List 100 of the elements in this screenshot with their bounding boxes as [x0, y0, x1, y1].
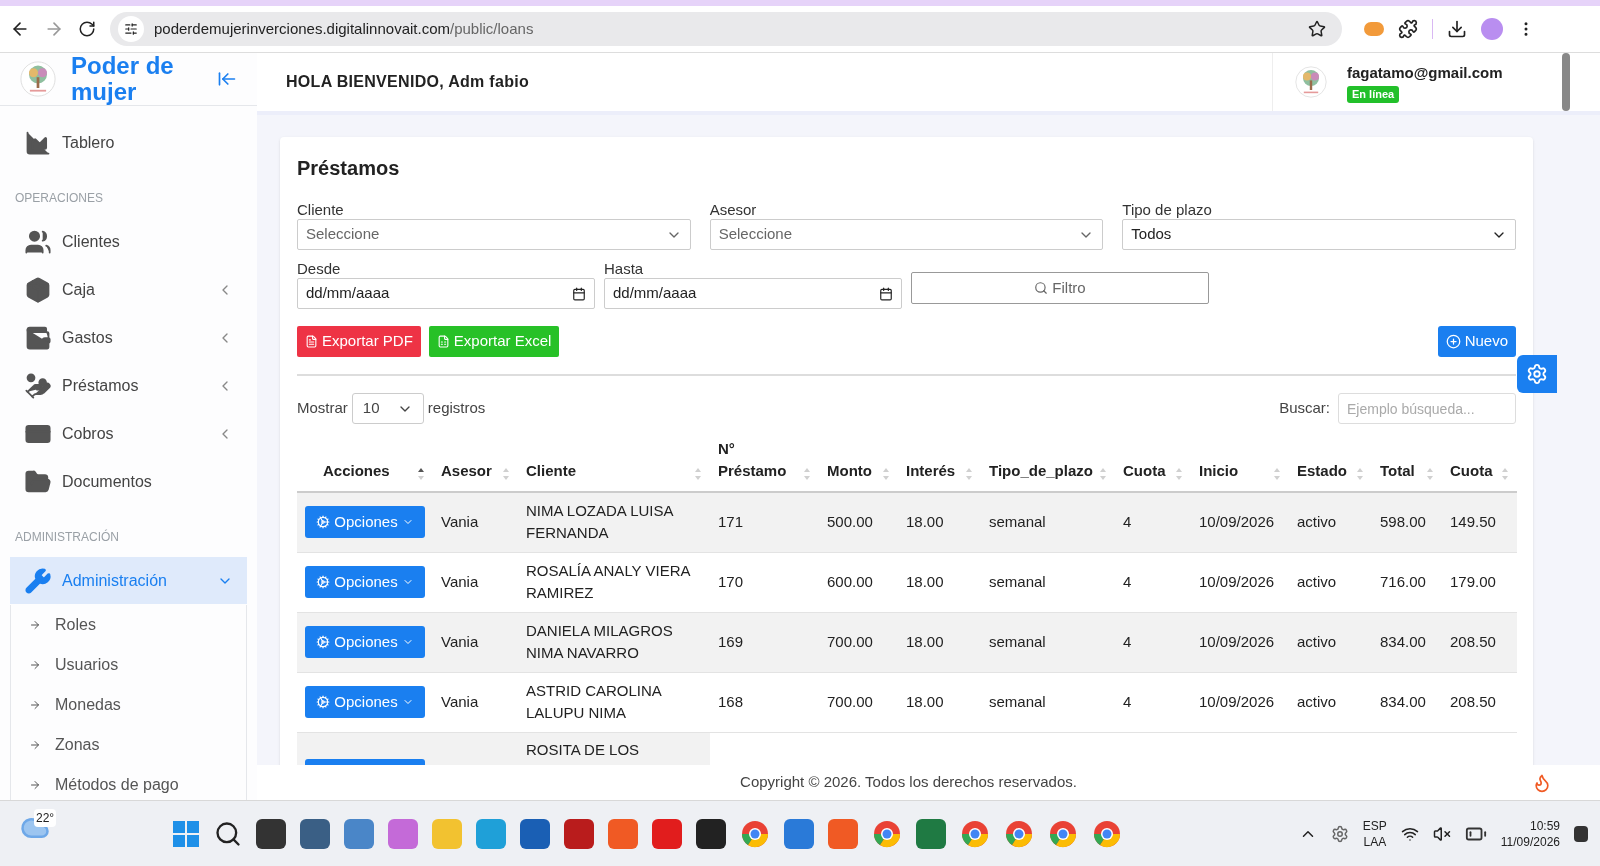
gear-icon[interactable] [1330, 824, 1349, 843]
user-email: fagatamo@gmail.com [1347, 62, 1503, 83]
options-button[interactable]: Opciones [305, 506, 425, 539]
chrome-browser-icon[interactable] [740, 818, 770, 849]
sidebar-item[interactable]: Tablero [10, 119, 247, 166]
profile-avatar[interactable] [1481, 18, 1503, 40]
sidebar-item[interactable]: Clientes [10, 218, 247, 265]
table-cell: 834.00 [1372, 612, 1442, 672]
sidebar-item[interactable]: Cobros [10, 410, 247, 457]
table-cell: 700.00 [819, 612, 898, 672]
pdf-file-icon [305, 335, 318, 348]
wrench-icon [24, 566, 52, 595]
extensions-icon[interactable] [1398, 19, 1418, 39]
date-field[interactable]: dd/mm/aaaa [297, 278, 595, 309]
flame-icon[interactable] [1532, 772, 1552, 793]
address-bar[interactable]: poderdemujerinverciones.digitalinnovait.com/public/loans [110, 12, 1342, 46]
welcome-text: HOLA BIENVENIDO, Adm fabio [286, 72, 530, 92]
column-header[interactable]: Cuota [1450, 460, 1493, 482]
options-button[interactable]: Opciones [305, 566, 425, 598]
submenu-item[interactable]: Monedas [11, 685, 246, 725]
windows-start-icon[interactable] [172, 819, 200, 848]
brand-name[interactable]: Poder de mujer [71, 53, 181, 105]
column-header[interactable]: N° Préstamo [718, 438, 788, 482]
search-icon [1034, 281, 1049, 295]
table-cell: semanal [981, 552, 1115, 612]
chrome-browser-icon[interactable] [872, 818, 902, 849]
select-field[interactable]: Todos [1122, 219, 1516, 250]
bookmark-star-icon[interactable] [1308, 20, 1326, 38]
table-cell: 18.00 [898, 612, 981, 672]
table-cell: activo [1289, 612, 1372, 672]
select-field[interactable]: Seleccione [709, 219, 1104, 250]
muted-speaker-icon[interactable] [1432, 824, 1451, 843]
extension-icon[interactable] [1364, 22, 1384, 36]
section-heading: OPERACIONES [14, 190, 105, 207]
table-cell: DANIELA MILAGROS NIMA NAVARRO [518, 612, 710, 672]
search-icon[interactable] [214, 819, 242, 848]
field-label: Asesor [709, 201, 758, 219]
table-cell: semanal [981, 672, 1115, 732]
settings-button[interactable] [1517, 355, 1557, 393]
sidebar-item[interactable]: Préstamos [10, 362, 247, 409]
table-cell: 834.00 [1372, 672, 1442, 732]
spreadsheet-file-icon [436, 335, 450, 348]
submenu-item[interactable]: Métodos de pago [11, 765, 246, 800]
submenu-item[interactable]: Zonas [11, 725, 246, 765]
filter-button[interactable]: Filtro [911, 272, 1209, 304]
chrome-browser-icon[interactable] [1092, 818, 1122, 849]
submenu-item[interactable]: Usuarios [11, 645, 246, 685]
column-header[interactable]: Total [1380, 460, 1415, 482]
chrome-browser-icon[interactable] [1004, 818, 1034, 849]
notification-icon[interactable] [1574, 825, 1588, 842]
column-header[interactable]: Tipo_de_plazo [989, 460, 1093, 482]
table-cell: activo [1289, 492, 1372, 552]
table-cell: 208.50 [1442, 612, 1517, 672]
options-button[interactable]: Opciones [305, 686, 425, 718]
column-header[interactable]: Cliente [526, 460, 576, 482]
table-cell: 208.50 [1442, 672, 1517, 732]
table-cell: 500.00 [819, 492, 898, 552]
table-cell: 700.00 [819, 672, 898, 732]
table-cell: activo [1289, 552, 1372, 612]
chrome-browser-icon[interactable] [960, 818, 990, 849]
table-cell: ROSITA DE LOS [518, 732, 710, 765]
field-label: Desde [297, 260, 342, 278]
search-label: Buscar: [1279, 398, 1330, 419]
table-cell: 10/09/2026 [1191, 552, 1289, 612]
table-cell: 4 [1115, 612, 1191, 672]
search-field[interactable]: Ejemplo búsqueda... [1338, 393, 1516, 424]
new-button[interactable]: Nuevo [1437, 326, 1516, 357]
page-size-select[interactable]: 10 [351, 393, 424, 424]
column-header[interactable]: Asesor [441, 460, 492, 482]
sidebar-item[interactable]: Caja [10, 266, 247, 313]
reload-icon[interactable] [78, 20, 96, 38]
table-cell: 10/09/2026 [1191, 612, 1289, 672]
table-cell: 169 [710, 612, 819, 672]
column-header[interactable]: Acciones [323, 460, 390, 482]
table-cell: 168 [710, 672, 819, 732]
column-header[interactable]: Estado [1297, 460, 1347, 482]
sidebar-item[interactable]: Documentos [10, 458, 247, 505]
tree-logo-icon [1295, 66, 1327, 98]
select-field[interactable]: Seleccione [297, 219, 691, 250]
export-pdf-button[interactable]: Exportar PDF [297, 326, 421, 357]
collapse-sidebar-icon[interactable] [217, 69, 237, 89]
options-button[interactable]: Opciones [305, 626, 425, 658]
table-cell: 10/09/2026 [1191, 492, 1289, 552]
submenu-item[interactable]: Roles [11, 605, 246, 645]
table-cell: Vania [433, 492, 518, 552]
column-header[interactable]: Interés [906, 460, 956, 482]
download-icon[interactable] [1447, 19, 1467, 39]
clock[interactable]: 10:59 11/09/2026 [1500, 817, 1560, 850]
language-indicator[interactable]: ESP LAA [1362, 817, 1387, 850]
column-header[interactable]: Cuota [1123, 460, 1166, 482]
table-cell: 18.00 [898, 672, 981, 732]
table-cell: Vania [433, 672, 518, 732]
date-field[interactable]: dd/mm/aaaa [604, 278, 902, 309]
table-cell: 179.00 [1442, 552, 1517, 612]
sidebar-item[interactable]: Gastos [10, 314, 247, 361]
column-header[interactable]: Inicio [1199, 460, 1239, 482]
column-header[interactable]: Monto [827, 460, 872, 482]
site-settings-icon[interactable] [124, 22, 138, 36]
chrome-browser-icon[interactable] [1048, 818, 1078, 849]
table-cell: ASTRID CAROLINA LALUPU NIMA [518, 672, 710, 732]
